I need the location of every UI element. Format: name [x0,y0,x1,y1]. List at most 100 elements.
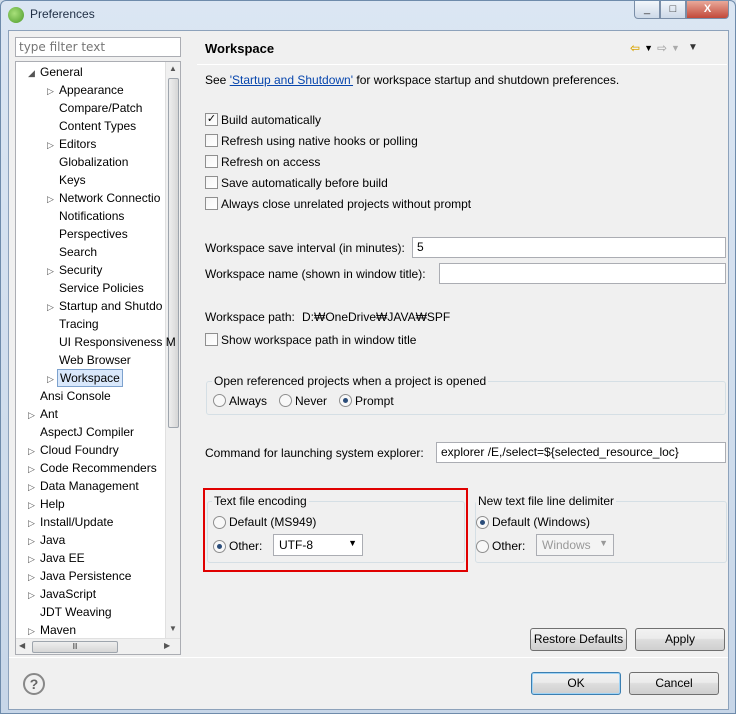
tree-item-label: General [40,65,83,79]
delimiter-other-radio[interactable] [476,540,489,553]
cancel-button[interactable]: Cancel [629,672,719,695]
view-menu-icon[interactable]: ▼ [688,42,698,55]
tree-item-security[interactable]: ▷ Security [47,263,104,281]
tree-item-globalization[interactable]: Globalization [47,155,130,173]
tree-item-network-connectio[interactable]: ▷ Network Connectio [47,191,162,209]
refresh-native-checkbox[interactable] [205,134,218,147]
tree-item-keys[interactable]: Keys [47,173,88,191]
delimiter-select[interactable]: Windows ▼ [536,534,614,556]
startup-shutdown-link[interactable]: 'Startup and Shutdown' [230,73,353,87]
tree-item-cloud-foundry[interactable]: ▷ Cloud Foundry [28,443,121,461]
tree-item-service-policies[interactable]: Service Policies [47,281,146,299]
tree-expand-icon[interactable]: ▷ [47,266,57,277]
tree-item-notifications[interactable]: Notifications [47,209,126,227]
vertical-scroll-thumb[interactable] [168,78,179,428]
tree-expand-icon[interactable]: ▷ [28,482,38,493]
workspace-name-input[interactable] [439,263,726,284]
tree-item-label: Security [59,263,103,277]
tree-item-startup-and-shutdo[interactable]: ▷ Startup and Shutdo [47,299,164,317]
intro-prefix: See [205,73,230,87]
tree-expand-icon[interactable]: ▷ [28,626,38,637]
tree-item-jdt-weaving[interactable]: JDT Weaving [28,605,114,623]
page-title: Workspace [205,41,275,56]
tree-item-java-ee[interactable]: ▷ Java EE [28,551,87,569]
tree-item-general[interactable]: ◢ General [28,65,85,83]
tree-item-perspectives[interactable]: Perspectives [47,227,130,245]
tree-item-workspace[interactable]: ▷ Workspace [47,369,123,389]
tree-expand-icon[interactable]: ▷ [28,554,38,565]
tree-item-tracing[interactable]: Tracing [47,317,101,335]
back-history-dropdown-icon[interactable]: ▼ [644,43,653,55]
ok-button[interactable]: OK [531,672,621,695]
tree-item-maven[interactable]: ▷ Maven [28,623,78,641]
show-path-label: Show workspace path in window title [221,333,417,347]
tree-expand-icon[interactable]: ▷ [47,302,57,313]
caption-buttons: _ □ X [634,1,729,19]
back-arrow-icon[interactable]: ⇦ [630,41,640,55]
tree-expand-icon[interactable]: ▷ [28,410,38,421]
close-button[interactable]: X [686,1,729,19]
forward-history-dropdown-icon[interactable]: ▼ [671,43,680,55]
tree-item-java-persistence[interactable]: ▷ Java Persistence [28,569,133,587]
preferences-window: Preferences _ □ X ▲ ▼ ◀ Ⅲ ▶ ◢General▷App… [0,0,736,714]
title-bar[interactable]: Preferences _ □ X [1,1,735,29]
refresh-on-access-checkbox[interactable] [205,155,218,168]
tree-collapse-icon[interactable]: ◢ [28,68,38,79]
tree-item-help[interactable]: ▷ Help [28,497,67,515]
never-radio[interactable] [279,394,292,407]
horizontal-scroll-thumb[interactable]: Ⅲ [32,641,118,653]
minimize-button[interactable]: _ [634,1,660,19]
tree-item-java[interactable]: ▷ Java [28,533,67,551]
explorer-command-input[interactable]: explorer /E,/select=${selected_resource_… [436,442,726,463]
delimiter-select-value: Windows [542,538,591,552]
tree-item-install-update[interactable]: ▷ Install/Update [28,515,115,533]
tree-item-ui-responsiveness-m[interactable]: UI Responsiveness M [47,335,178,353]
save-interval-input[interactable]: 5 [412,237,726,258]
tree-expand-icon[interactable]: ▷ [28,590,38,601]
tree-item-search[interactable]: Search [47,245,99,263]
tree-item-editors[interactable]: ▷ Editors [47,137,98,155]
tree-expand-icon[interactable]: ▷ [47,194,57,205]
close-unrelated-checkbox[interactable] [205,197,218,210]
tree-item-ansi-console[interactable]: Ansi Console [28,389,113,407]
tree-item-code-recommenders[interactable]: ▷ Code Recommenders [28,461,159,479]
always-radio[interactable] [213,394,226,407]
tree-expand-icon[interactable]: ▷ [47,140,57,151]
maximize-button[interactable]: □ [660,1,686,19]
tree-expand-icon[interactable]: ▷ [47,374,57,385]
prompt-radio[interactable] [339,394,352,407]
tree-item-label: Appearance [59,83,124,97]
tree-expand-icon[interactable]: ▷ [28,464,38,475]
preferences-tree: ▲ ▼ ◀ Ⅲ ▶ ◢ General ▷ Appearance Compare/Pat… [15,61,181,655]
tree-item-ant[interactable]: ▷ Ant [28,407,60,425]
tree-item-data-management[interactable]: ▷ Data Management [28,479,141,497]
build-automatically-checkbox[interactable]: ✓ [205,113,218,126]
close-unrelated-label: Always close unrelated projects without … [221,197,472,211]
scroll-right-arrow-icon[interactable]: ▶ [164,641,170,650]
tree-expand-icon[interactable]: ▷ [28,536,38,547]
tree-item-label: Cloud Foundry [40,443,119,457]
tree-item-appearance[interactable]: ▷ Appearance [47,83,126,101]
tree-expand-icon[interactable]: ▷ [28,572,38,583]
tree-item-label: Tracing [59,317,99,331]
tree-item-aspectj-compiler[interactable]: AspectJ Compiler [28,425,136,443]
filter-input[interactable] [15,37,181,57]
show-path-checkbox[interactable] [205,333,218,346]
tree-expand-icon[interactable]: ▷ [28,446,38,457]
tree-expand-icon[interactable]: ▷ [47,86,57,97]
tree-item-javascript[interactable]: ▷ JavaScript [28,587,98,605]
scroll-left-arrow-icon[interactable]: ◀ [19,641,25,650]
tree-expand-icon[interactable]: ▷ [28,518,38,529]
dialog-client-area: ▲ ▼ ◀ Ⅲ ▶ ◢General▷AppearanceCompare/Pat… [8,30,729,710]
forward-arrow-icon[interactable]: ⇨ [657,41,667,55]
tree-item-compare-patch[interactable]: Compare/Patch [47,101,144,119]
delimiter-default-radio[interactable] [476,516,489,529]
help-icon[interactable]: ? [23,673,45,695]
apply-button[interactable]: Apply [635,628,725,651]
scroll-up-arrow-icon[interactable]: ▲ [169,64,177,73]
tree-item-content-types[interactable]: Content Types [47,119,138,137]
tree-expand-icon[interactable]: ▷ [28,500,38,511]
restore-defaults-button[interactable]: Restore Defaults [530,628,627,651]
save-before-build-checkbox[interactable] [205,176,218,189]
scroll-down-arrow-icon[interactable]: ▼ [169,624,177,633]
